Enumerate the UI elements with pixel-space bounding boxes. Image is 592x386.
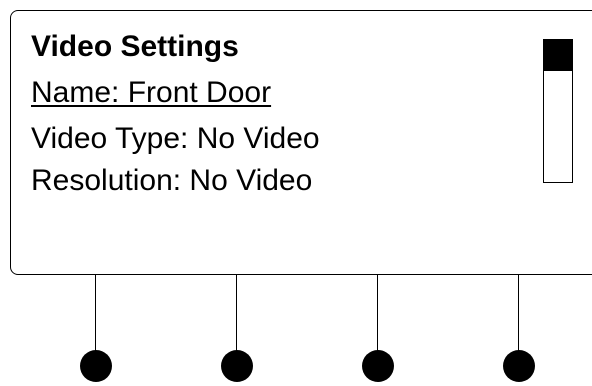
lcd-screen: Video Settings Name: Front Door Video Ty… <box>10 10 592 275</box>
menu-item-resolution[interactable]: Resolution: No Video <box>31 163 312 199</box>
scrollbar[interactable] <box>543 39 573 183</box>
softkey-3-button[interactable] <box>362 350 394 382</box>
menu-item-video-type[interactable]: Video Type: No Video <box>31 121 320 157</box>
scrollbar-thumb[interactable] <box>544 40 572 71</box>
softkey-2-button[interactable] <box>221 350 253 382</box>
softkey-1-button[interactable] <box>80 350 112 382</box>
screen-title: Video Settings <box>31 30 239 63</box>
menu-item-name[interactable]: Name: Front Door <box>31 75 271 111</box>
softkey-4-button[interactable] <box>503 350 535 382</box>
